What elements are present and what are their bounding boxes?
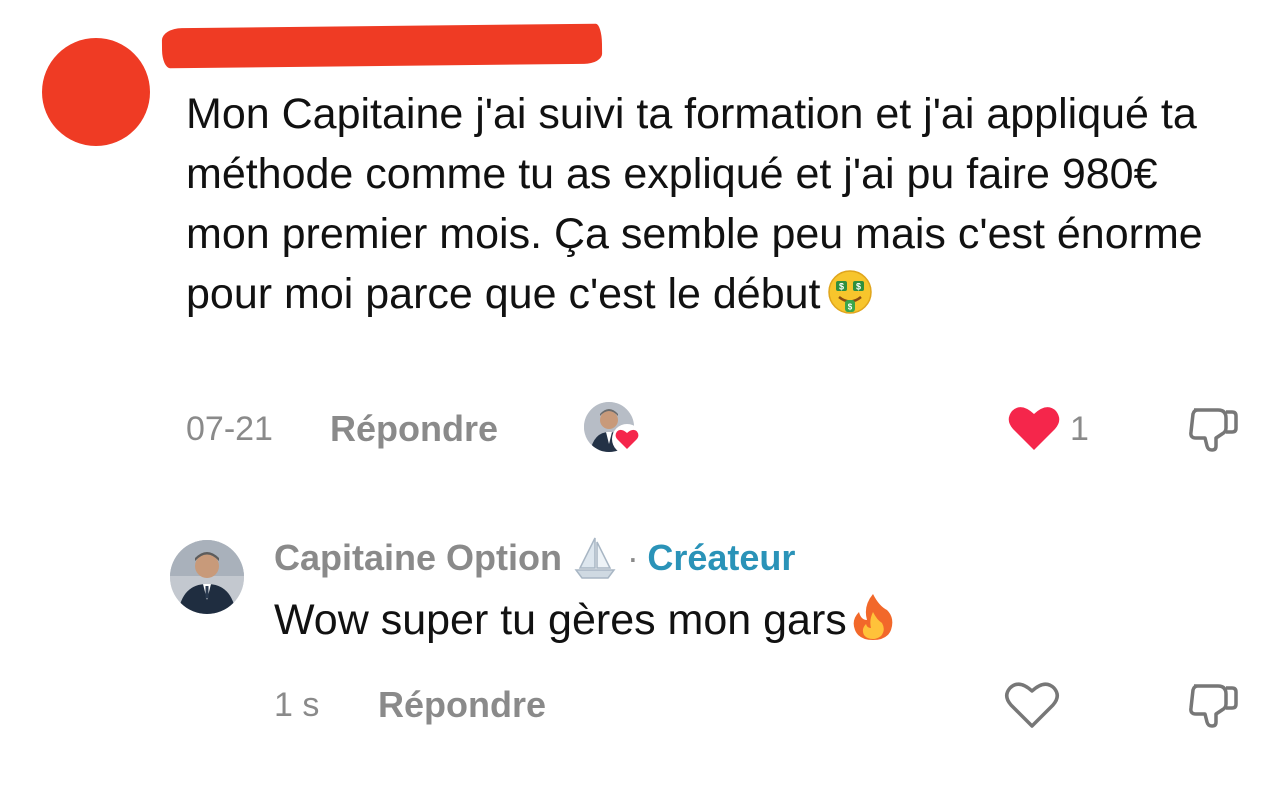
money-mouth-face-icon: $ $ $ — [826, 268, 874, 332]
reply-text: Wow super tu gères mon gars — [274, 592, 897, 653]
thumbs-down-icon — [1189, 684, 1238, 728]
svg-text:$: $ — [856, 282, 861, 292]
reply-body: Wow super tu gères mon gars — [274, 596, 847, 644]
header-separator: · — [626, 537, 639, 578]
reply-dislike-button[interactable] — [1186, 676, 1240, 735]
svg-text:$: $ — [839, 282, 844, 292]
fire-icon — [849, 592, 897, 653]
reply-button[interactable]: Répondre — [330, 408, 498, 450]
sailboat-icon — [572, 534, 618, 585]
creator-badge: Créateur — [647, 537, 796, 578]
reply-time: 1 s — [274, 686, 320, 724]
comment-date: 07-21 — [186, 410, 273, 448]
like-count: 1 — [1070, 410, 1089, 448]
comment-text: Mon Capitaine j'ai suivi ta formation et… — [186, 84, 1226, 332]
svg-text:$: $ — [848, 303, 853, 312]
thumbs-down-icon — [1189, 408, 1238, 452]
reply-header: Capitaine Option · Créateur — [274, 534, 795, 585]
creator-heart-badge-icon — [612, 424, 642, 454]
comment-body: Mon Capitaine j'ai suivi ta formation et… — [186, 90, 1203, 318]
heart-filled-icon — [1008, 407, 1060, 450]
reply-like-button[interactable] — [1004, 680, 1060, 735]
heart-outline-icon — [1005, 682, 1059, 728]
creator-avatar[interactable] — [170, 540, 244, 614]
commenter-avatar[interactable] — [42, 38, 150, 146]
like-button[interactable] — [1008, 404, 1060, 457]
dislike-button[interactable] — [1186, 400, 1240, 459]
reply-reply-button[interactable]: Répondre — [378, 684, 546, 726]
redacted-username — [161, 23, 603, 69]
reply-author-name[interactable]: Capitaine Option — [274, 537, 562, 578]
